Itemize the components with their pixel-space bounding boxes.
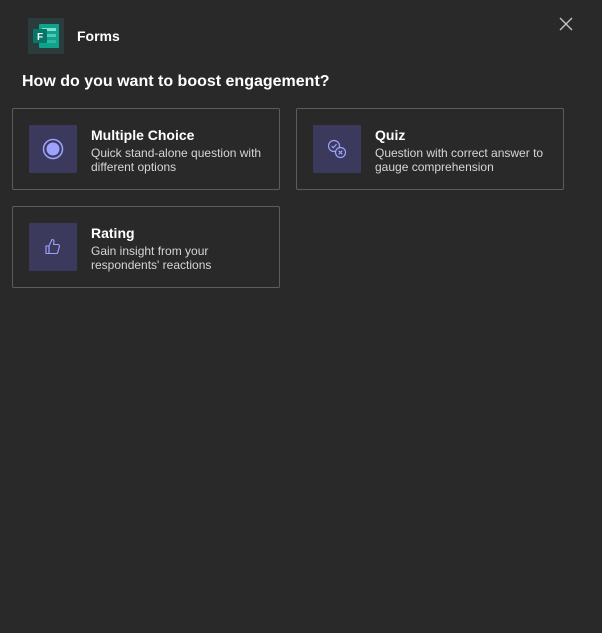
forms-logo-icon: F bbox=[28, 18, 64, 54]
engagement-prompt: How do you want to boost engagement? bbox=[22, 73, 330, 90]
option-description: Quick stand-alone question with differen… bbox=[91, 146, 262, 174]
quiz-check-icon bbox=[327, 139, 347, 159]
option-title: Multiple Choice bbox=[91, 127, 195, 143]
close-button[interactable] bbox=[558, 16, 574, 32]
quiz-icon-tile bbox=[313, 125, 361, 173]
rating-option[interactable]: Rating Gain insight from your respondent… bbox=[12, 206, 280, 288]
option-description: Gain insight from your respondents' reac… bbox=[91, 244, 212, 272]
thumbs-up-icon bbox=[45, 238, 61, 255]
svg-text:F: F bbox=[37, 32, 43, 43]
multiple-choice-option[interactable]: Multiple Choice Quick stand-alone questi… bbox=[12, 108, 280, 190]
multiple-choice-icon-tile bbox=[29, 125, 77, 173]
app-name: Forms bbox=[77, 28, 120, 44]
radio-button-icon bbox=[42, 138, 64, 160]
forms-dialog: F Forms How do you want to boost engagem… bbox=[0, 0, 602, 633]
close-icon bbox=[559, 17, 573, 31]
option-title: Rating bbox=[91, 225, 135, 241]
quiz-option[interactable]: Quiz Question with correct answer to gau… bbox=[296, 108, 564, 190]
dialog-header: F Forms bbox=[28, 18, 120, 54]
option-description: Question with correct answer to gauge co… bbox=[375, 146, 544, 174]
rating-icon-tile bbox=[29, 223, 77, 271]
option-title: Quiz bbox=[375, 127, 406, 143]
